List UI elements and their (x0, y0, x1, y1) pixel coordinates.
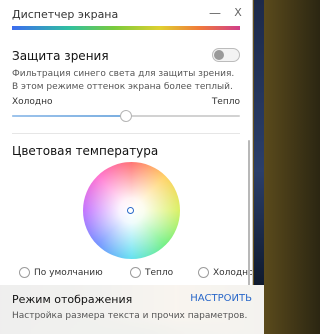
section-divider (12, 133, 240, 134)
close-button[interactable]: X (227, 3, 249, 23)
radio-default[interactable] (19, 267, 30, 278)
display-mode-title: Режим отображения (12, 293, 133, 306)
slider-max-label: Тепло (211, 97, 240, 107)
display-mode-panel: Режим отображения НАСТРОИТЬ Настройка ра… (0, 285, 264, 334)
color-accent-bar (12, 26, 240, 30)
color-picker-handle[interactable] (127, 207, 134, 214)
color-temperature-title: Цветовая температура (12, 144, 159, 158)
radio-warm[interactable] (130, 267, 141, 278)
eye-protection-toggle[interactable] (212, 48, 240, 62)
toggle-knob (214, 50, 224, 60)
configure-button[interactable]: НАСТРОИТЬ (190, 293, 252, 304)
slider-thumb[interactable] (120, 110, 132, 122)
minimize-button[interactable]: — (204, 3, 226, 23)
radio-cold[interactable] (198, 267, 209, 278)
radio-cold-label: Холодно (213, 268, 253, 278)
radio-warm-label: Тепло (145, 268, 174, 278)
radio-default-label: По умолчанию (34, 268, 103, 278)
warmth-slider[interactable] (12, 110, 240, 122)
slider-min-label: Холодно (12, 97, 53, 107)
scrollbar[interactable] (248, 140, 250, 285)
eye-protection-title: Защита зрения (12, 49, 109, 63)
desktop-background (254, 0, 264, 285)
eye-protection-description-2: В этом режиме оттенок экрана более теплы… (12, 82, 233, 92)
display-mode-description: Настройка размера текста и прочих параме… (12, 311, 248, 321)
title-bar: Диспетчер экрана — X (0, 0, 252, 26)
display-manager-window: Диспетчер экрана — X Защита зрения Фильт… (0, 0, 253, 285)
window-title: Диспетчер экрана (12, 8, 119, 21)
slider-fill (12, 115, 126, 117)
eye-protection-description-1: Фильтрация синего света для защиты зрени… (12, 69, 235, 79)
